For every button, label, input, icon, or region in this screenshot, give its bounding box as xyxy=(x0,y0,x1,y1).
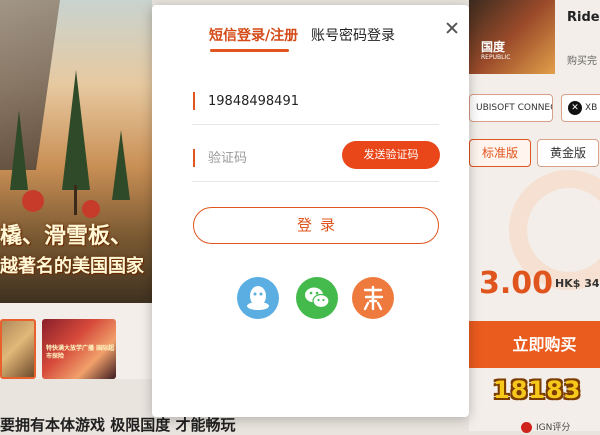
ign-icon xyxy=(521,422,532,433)
active-tab-indicator xyxy=(210,49,289,52)
tab-sms-login[interactable]: 短信登录/注册 xyxy=(209,25,298,45)
tree-trunk-art xyxy=(74,185,77,215)
code-field: 发送验证码 xyxy=(192,135,440,182)
platform-xbox[interactable]: ✕ XB xyxy=(561,94,600,122)
code-input[interactable] xyxy=(208,145,348,171)
wechat-icon xyxy=(305,287,330,309)
tree-art xyxy=(62,70,90,190)
qq-icon xyxy=(247,286,269,310)
edition-standard[interactable]: 标准版 xyxy=(469,139,531,167)
tab-password-login[interactable]: 账号密码登录 xyxy=(311,25,395,45)
cliff-art xyxy=(0,0,60,170)
requirement-text: 要拥有本体游戏 极限国度 才能畅玩 xyxy=(0,416,236,434)
price: 3.00 xyxy=(479,266,554,301)
poster-subtitle: REPUBLIC xyxy=(481,54,511,61)
purchase-panel: 国度 REPUBLIC Rider 购买完 UBISOFT CONNECT ✕X… xyxy=(469,0,600,433)
close-icon[interactable] xyxy=(445,21,459,35)
qq-login-button[interactable] xyxy=(237,277,279,319)
field-marker xyxy=(193,149,195,167)
platform-ubisoft-label: UBISOFT CONNECT xyxy=(476,103,552,113)
18183-icon xyxy=(363,285,384,311)
site-badge-logo: 18183 xyxy=(493,376,582,404)
rider-art xyxy=(82,200,100,218)
platform-ubisoft[interactable]: UBISOFT CONNECT xyxy=(469,94,553,122)
xbox-icon: ✕ xyxy=(568,100,582,115)
thumbnail-2-caption: 特快满大放学广播 国际超市探险 xyxy=(46,345,115,360)
field-marker xyxy=(193,92,195,110)
phone-field xyxy=(192,78,439,125)
login-modal: 短信登录/注册 账号密码登录 发送验证码 登录 xyxy=(152,5,469,417)
dlc-title: Rider xyxy=(567,10,600,25)
thumbnail-2[interactable]: 特快满大放学广播 国际超市探险 xyxy=(42,319,116,379)
hero-caption: 橇、滑雪板、 越著名的美国国家 xyxy=(0,222,152,282)
tree-art xyxy=(10,110,28,190)
buy-button[interactable]: 立即购买 xyxy=(469,321,600,368)
edition-gold[interactable]: 黄金版 xyxy=(537,139,599,167)
poster-title: 国度 xyxy=(481,40,506,54)
18183-login-button[interactable] xyxy=(352,277,394,319)
ign-score: IGN评分 xyxy=(521,420,570,433)
hero-banner: 橇、滑雪板、 越著名的美国国家 xyxy=(0,0,152,303)
price-hkd: HK$ 343 xyxy=(555,277,600,290)
hero-caption-line2: 越著名的美国国家 xyxy=(0,256,144,277)
platform-xbox-label: XB xyxy=(585,103,598,113)
phone-input[interactable] xyxy=(208,88,388,114)
dlc-subtitle: 购买完 xyxy=(567,56,597,67)
tree-art xyxy=(112,130,130,200)
thumbnail-1[interactable] xyxy=(0,319,36,379)
hero-caption-line1: 橇、滑雪板、 xyxy=(0,224,133,249)
login-button[interactable]: 登录 xyxy=(193,207,439,244)
send-code-button[interactable]: 发送验证码 xyxy=(342,141,440,169)
thumbnail-strip: 特快满大放学广播 国际超市探险 xyxy=(0,303,152,379)
rider-art xyxy=(22,190,44,212)
ign-label: IGN评分 xyxy=(536,423,571,433)
game-poster: 国度 REPUBLIC xyxy=(469,0,555,74)
wechat-login-button[interactable] xyxy=(296,277,338,319)
